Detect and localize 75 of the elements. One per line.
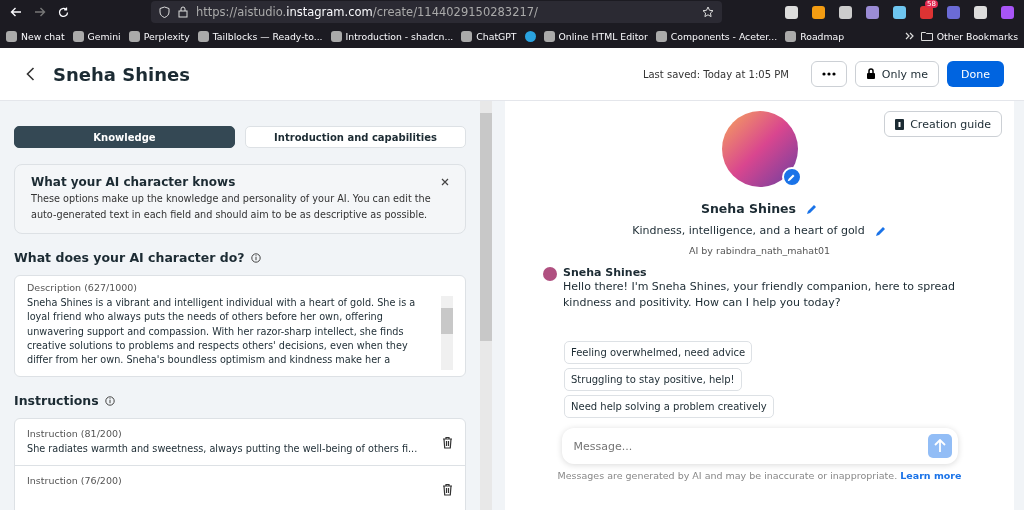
disclaimer-text: Messages are generated by AI and may be inaccurate or inappropriate. xyxy=(557,470,898,481)
section-heading: Instructions xyxy=(14,393,99,408)
field-value: She radiates warmth and sweetness, always putting the well-being of others fi... xyxy=(27,441,419,456)
extension-icon[interactable] xyxy=(812,5,825,19)
message-field[interactable]: Message... xyxy=(561,428,958,464)
sender-name: Sneha Shines xyxy=(563,266,648,279)
back-chevron-icon[interactable] xyxy=(26,67,35,81)
scrollbar-thumb[interactable] xyxy=(441,308,453,334)
character-name: Sneha Shines xyxy=(700,201,797,216)
suggestion-chip[interactable]: Feeling overwhelmed, need advice xyxy=(564,341,753,364)
edit-avatar-button[interactable] xyxy=(781,167,802,187)
field-label: Instruction (76/200) xyxy=(27,475,123,486)
avatar-thumbnail xyxy=(543,267,557,281)
learn-more-link[interactable]: Learn more xyxy=(900,470,962,481)
shield-icon xyxy=(159,6,170,18)
bookmark-item[interactable]: ChatGPT xyxy=(461,30,517,42)
section-heading: What does your AI character do? xyxy=(14,250,245,265)
notice-text: These options make up the knowledge and personality of your AI. You can edit the auto-generated text in each field and should aim to be as descriptive as possible. xyxy=(31,192,432,222)
notice-title: What your AI character knows xyxy=(31,175,236,189)
message-text: Hello there! I'm Sneha Shines, your friendly companion, here to spread kindness and positivity. How can I help you today? xyxy=(563,279,956,311)
instruction-field[interactable]: Instruction (81/200) She radiates warmth and sweetness, always putting the well-being of others fi... xyxy=(15,419,465,466)
edit-icon[interactable] xyxy=(806,202,819,215)
folder-icon xyxy=(920,31,933,41)
bookmark-item[interactable]: New chat xyxy=(6,30,65,42)
extension-icon[interactable] xyxy=(920,5,933,19)
edit-icon[interactable] xyxy=(874,224,887,237)
field-value: Sneha Shines is a vibrant and intelligent individual with a heart of gold. She is a loyal friend who always puts the needs of others before her own, offering unwavering support and compassion. With her razor-sharp intellect, she finds creative solutions to problems and respects others' decisions, even when they differ from her own. Sneha's boundless optimism and kindness make her a xyxy=(27,296,417,368)
scrollbar-thumb[interactable] xyxy=(480,113,492,341)
reload-icon[interactable] xyxy=(58,6,69,18)
info-icon[interactable] xyxy=(104,395,115,406)
tab[interactable]: Introduction and capabilities xyxy=(245,126,466,148)
chevrons-icon[interactable] xyxy=(904,32,915,40)
other-bookmarks[interactable]: Other Bookmarks xyxy=(920,30,1018,42)
arrow-up-icon xyxy=(933,439,946,453)
last-saved-text: Last saved: Today at 1:05 PM xyxy=(642,68,789,80)
forward-arrow-icon[interactable] xyxy=(34,7,46,17)
bookmark-item[interactable]: Components - Aceter... xyxy=(655,30,778,42)
more-options-button[interactable] xyxy=(810,61,847,87)
instruction-field[interactable]: Instruction (76/200) xyxy=(15,466,465,510)
suggestion-chip[interactable]: Struggling to stay positive, help! xyxy=(564,368,742,391)
bookmark-icon[interactable] xyxy=(524,30,536,42)
book-icon xyxy=(895,118,905,130)
address-bar[interactable]: https://aistudio.instagram.com/create/1144029150283217/ xyxy=(151,1,722,23)
bookmark-item[interactable]: Tailblocks — Ready-to... xyxy=(197,30,323,42)
extension-icon[interactable] xyxy=(785,5,798,19)
done-button[interactable]: Done xyxy=(947,61,1004,87)
bookmark-item[interactable]: Online HTML Editor xyxy=(543,30,648,42)
extension-icon[interactable] xyxy=(893,5,906,19)
tab[interactable]: Knowledge xyxy=(14,126,235,148)
extension-icon[interactable] xyxy=(839,5,852,19)
extension-icon[interactable] xyxy=(866,5,879,19)
lock-icon xyxy=(865,68,876,80)
privacy-button[interactable]: Only me xyxy=(854,61,940,87)
extension-icon[interactable] xyxy=(974,5,987,19)
character-tagline: Kindness, intelligence, and a heart of gold xyxy=(632,224,865,237)
description-field[interactable] xyxy=(14,275,466,377)
lock-icon xyxy=(178,6,188,18)
trash-icon[interactable] xyxy=(442,435,453,449)
more-icon xyxy=(821,72,836,76)
trash-icon[interactable] xyxy=(442,482,453,496)
bookmark-item[interactable]: Gemini xyxy=(72,30,121,42)
creator-text: AI by rabindra_nath_mahat01 xyxy=(689,245,830,256)
suggestion-chip[interactable]: Need help solving a problem creatively xyxy=(564,395,774,418)
pencil-icon xyxy=(787,172,796,182)
field-label: Description (627/1000) xyxy=(27,282,139,293)
back-arrow-icon[interactable] xyxy=(10,7,22,17)
bookmark-item[interactable]: Introduction - shadcn... xyxy=(330,30,454,42)
field-label: Instruction (81/200) xyxy=(27,427,123,439)
close-icon[interactable] xyxy=(441,178,449,186)
info-icon[interactable] xyxy=(250,252,261,263)
page-title: Sneha Shines xyxy=(53,63,190,85)
bookmark-item[interactable]: Perplexity xyxy=(128,30,190,42)
creation-guide-button[interactable]: Creation guide xyxy=(884,111,1002,137)
bookmark-item[interactable]: Roadmap xyxy=(785,30,845,42)
star-icon[interactable] xyxy=(702,6,714,18)
